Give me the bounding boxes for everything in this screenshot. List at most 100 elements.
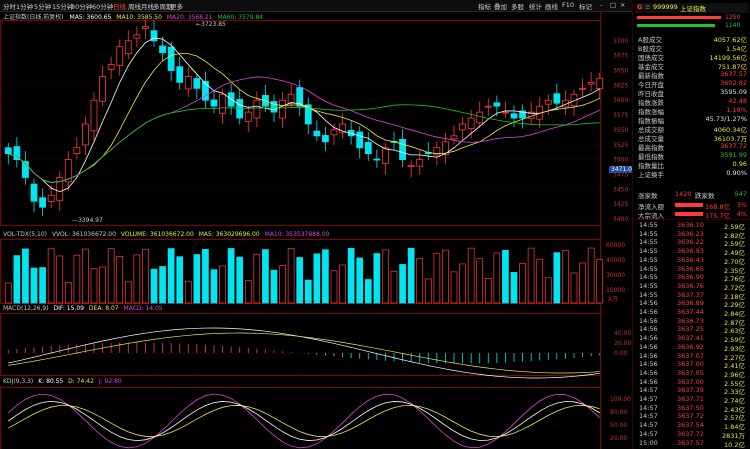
tick-row: 14:55 3636.10 2.59亿 — [639, 221, 745, 231]
tick-row: 14:55 3636.23 2.82亿 — [639, 229, 745, 240]
volume-bar — [244, 280, 252, 304]
candle-body — [30, 183, 38, 202]
tick-row: 14:55 3636.65 2.35亿 — [639, 264, 745, 275]
toolbar-action-3[interactable]: 统计 — [529, 1, 542, 11]
candle-body — [253, 99, 261, 119]
toolbar-tab-0[interactable]: 分时 — [3, 1, 16, 11]
volume-bar — [39, 267, 46, 304]
volume-bar — [399, 264, 406, 304]
tick-row: 14:55 3636.90 2.76亿 — [639, 273, 745, 284]
tick-row: 14:55 3636.22 2.59亿 — [639, 238, 745, 249]
tick-row: 14:56 3637.41 2.59亿 — [639, 334, 745, 345]
y-tick-label: 3700 — [613, 38, 628, 45]
vol-unit: X万 — [608, 296, 619, 303]
candle-body — [47, 194, 55, 202]
tick-row: 14:57 3637.72 2.57亿 — [639, 412, 745, 423]
candle-body — [107, 64, 115, 70]
kdj-title: KDJ(9,3,3) — [3, 378, 34, 385]
volume-bar — [476, 258, 484, 304]
stat-value: 3637.57 — [720, 70, 747, 78]
y-tick-label: 3400 — [613, 216, 628, 223]
volume-bar — [390, 270, 398, 304]
tick-row: 14:56 3637.07 2.27亿 — [639, 351, 745, 362]
g-icon: G — [637, 3, 643, 11]
volume-bar — [133, 254, 141, 304]
toolbar-tab-6[interactable]: 日线 — [113, 1, 126, 11]
candle-body — [399, 139, 406, 161]
toolbar-tab-4[interactable]: 30分钟 — [71, 1, 92, 11]
stat-row: 指数涨幅 1.18% — [635, 106, 749, 116]
toolbar-tab-1[interactable]: 1分钟 — [16, 1, 33, 11]
vol-title: VOL-TDX(5,10) — [3, 231, 48, 238]
volume-bar — [13, 255, 21, 304]
toolbar-action-0[interactable]: 指标 — [478, 1, 491, 11]
toolbar-tab-7[interactable]: 周线 — [128, 1, 141, 11]
macd-title: MACD(12,26,9) — [3, 305, 49, 312]
candle-body — [553, 93, 561, 104]
toolbar-action-5[interactable]: F10 — [562, 1, 574, 9]
dea-label: DEA: 8.07 — [88, 305, 119, 312]
vol-tick-label: 60000 — [606, 242, 625, 249]
candle-body — [116, 46, 124, 66]
volume-bar — [253, 253, 261, 304]
candle-body — [202, 80, 209, 101]
volume-bar — [467, 247, 475, 304]
volume-bar — [356, 257, 364, 304]
toolbar-tab-2[interactable]: 5分钟 — [34, 1, 51, 11]
toolbar-action-4[interactable]: 画线 — [545, 1, 558, 11]
toolbar-tab-5[interactable]: 60分钟 — [92, 1, 113, 11]
volume-bar — [407, 247, 415, 304]
candle-body — [159, 45, 166, 54]
volume-bar — [4, 282, 12, 304]
volume-bar — [433, 252, 441, 304]
volume-bar — [459, 263, 466, 304]
stat-value: 0.96 — [732, 160, 747, 168]
toolbar-action-7[interactable]: - — [600, 1, 602, 9]
low-marker: —3394.97 — [72, 217, 103, 224]
stat-row: 总成交额 4060.34亿 — [635, 124, 749, 134]
y-tick-label: 3625 — [613, 82, 628, 89]
candle-body — [407, 165, 415, 168]
toolbar-action-8[interactable]: □ — [610, 1, 616, 9]
volume-bar — [536, 258, 544, 304]
tick-row: 14:56 3637.05 2.96亿 — [639, 368, 745, 379]
k-label: K: 80.55 — [38, 378, 64, 385]
y-tick-label: 3575 — [613, 112, 628, 119]
toolbar-tab-10[interactable]: 更多 — [170, 1, 183, 11]
volume-bar — [484, 277, 492, 304]
toolbar-action-2[interactable]: 多股 — [511, 1, 524, 11]
candle-body — [287, 93, 295, 104]
candle-body — [364, 141, 372, 155]
volume-bar — [364, 279, 372, 304]
toolbar-action-9[interactable]: × — [620, 1, 625, 9]
candle-body — [467, 117, 475, 129]
volume-bar — [30, 267, 38, 304]
volume-bar — [73, 254, 81, 304]
tick-row: 14:55 3636.76 2.72亿 — [639, 281, 745, 292]
stat-row: 最新指数 3637.57 — [635, 70, 749, 80]
candle-body — [219, 93, 226, 114]
toolbar-action-1[interactable]: 叠加 — [494, 1, 507, 11]
candle-body — [142, 26, 149, 29]
candle-body — [176, 66, 184, 83]
candle-body — [587, 81, 595, 85]
candle-body — [450, 135, 458, 140]
dif-label: DIF: 15.09 — [53, 305, 84, 312]
toolbar-action-6[interactable]: 标记 — [579, 1, 592, 11]
candle-body — [236, 99, 244, 119]
current-price-tag: 3471.0 — [609, 166, 634, 173]
candle-body — [484, 105, 492, 108]
kdj-tick-label: 20.00 — [610, 435, 627, 442]
tick-row: 14:55 3637.37 2.18亿 — [639, 290, 745, 301]
volume-bar — [562, 250, 569, 304]
tick-row: 14:56 3636.92 2.93亿 — [639, 342, 745, 353]
vol-tick-label: 30000 — [606, 272, 625, 279]
up-count: 1420 — [675, 190, 692, 198]
kline-chart-area[interactable]: 3700 3675 3650 3625 3600 3575 3550 3525 3500 3475… — [0, 11, 634, 449]
macd-tick-label: 20.00 — [614, 340, 631, 347]
tick-row: 14:57 3637.39 2.33亿 — [639, 386, 745, 397]
stat-row: 指数量比 0.96 — [635, 160, 749, 170]
volume-bar — [116, 255, 124, 304]
net-inflow-row: 净流入额 168.8亿 3% — [638, 201, 747, 211]
stock-code: 999999 — [653, 3, 678, 11]
